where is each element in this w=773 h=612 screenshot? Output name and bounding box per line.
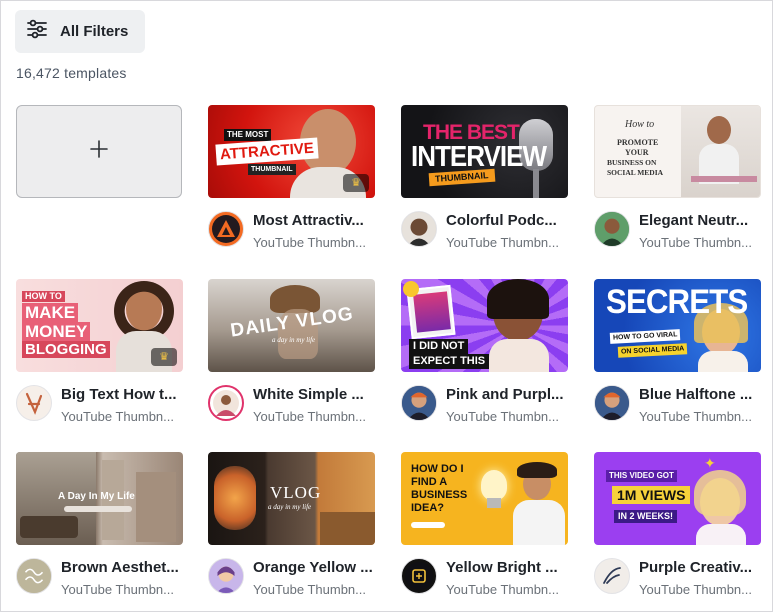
creator-avatar[interactable] [208,211,244,247]
template-category: YouTube Thumbn... [61,409,174,424]
thumb-text: MAKE [22,303,79,322]
template-thumbnail[interactable]: VLOG a day in my life [208,452,375,545]
template-title[interactable]: Brown Aesthet... [61,559,187,576]
template-category: YouTube Thumbn... [446,235,559,250]
creator-avatar[interactable] [16,558,52,594]
thumb-text: SECRETS [606,283,748,321]
premium-crown-icon: ♛ [343,174,369,192]
thumb-text: BLOGGING [22,341,110,358]
template-category: YouTube Thumbn... [639,235,752,250]
template-category: YouTube Thumbn... [446,409,559,424]
all-filters-button[interactable]: All Filters [15,10,145,53]
template-thumbnail[interactable]: HOW TO MAKE MONEY BLOGGING ♛ [16,279,183,372]
thumb-text: THIS VIDEO GOT [606,470,677,482]
template-thumbnail[interactable]: THE MOST ATTRACTIVE THUMBNAIL ♛ [208,105,375,198]
thumb-text: ATTRACTIVE [215,137,319,166]
template-category: YouTube Thumbn... [253,582,366,597]
template-title[interactable]: Colorful Podc... [446,212,572,229]
thumb-text: HOW TO [22,291,65,302]
creator-avatar[interactable] [401,211,437,247]
thumb-text: a day in my life [272,336,316,344]
template-title[interactable]: Blue Halftone ... [639,386,765,403]
template-thumbnail[interactable]: HOW DO I FIND A BUSINESS IDEA? [401,452,568,545]
template-thumbnail[interactable]: I DID NOT EXPECT THIS [401,279,568,372]
thumb-text: IN 2 WEEKS! [614,510,678,523]
creator-avatar[interactable] [594,385,630,421]
creator-avatar[interactable] [208,558,244,594]
template-thumbnail[interactable]: THE BEST INTERVIEW THUMBNAIL [401,105,568,198]
thumb-text: HOW DO I [411,463,464,475]
template-category: YouTube Thumbn... [446,582,559,597]
template-category: YouTube Thumbn... [639,409,752,424]
premium-crown-icon: ♛ [151,348,177,366]
template-title[interactable]: Yellow Bright ... [446,559,572,576]
template-title[interactable]: Orange Yellow ... [253,559,379,576]
plus-icon [89,139,109,164]
template-title[interactable]: Elegant Neutr... [639,212,765,229]
creator-avatar[interactable] [16,385,52,421]
thumb-text: ON SOCIAL MEDIA [617,343,688,358]
template-title[interactable]: Big Text How t... [61,386,187,403]
template-thumbnail[interactable]: How to PROMOTE YOUR BUSINESS ON SOCIAL M… [594,105,761,198]
thumb-text: How to [625,119,655,130]
thumb-text: a day in my life [268,503,312,511]
thumb-text: INTERVIEW [411,139,547,173]
thumb-text: FIND A [411,476,448,488]
creator-avatar[interactable] [401,385,437,421]
creator-avatar[interactable] [594,558,630,594]
sliders-icon [25,17,49,46]
thumb-text: 1M VIEWS [612,486,691,504]
creator-avatar[interactable] [208,385,244,421]
thumb-text: SOCIAL MEDIA [607,168,664,177]
thumb-text: VLOG [270,483,322,502]
template-title[interactable]: White Simple ... [253,386,379,403]
thumb-text: MONEY [22,322,91,341]
template-count: 16,472 templates [16,65,127,81]
thumb-text: A Day In My Life [58,491,135,502]
create-blank-button[interactable] [16,105,182,198]
template-category: YouTube Thumbn... [61,582,174,597]
all-filters-label: All Filters [60,23,129,40]
thumb-text: YOUR [625,148,649,157]
thumb-text: BUSINESS ON [607,158,657,167]
template-category: YouTube Thumbn... [253,235,366,250]
template-category: YouTube Thumbn... [639,582,752,597]
creator-avatar[interactable] [594,211,630,247]
thumb-text: I DID NOT [409,339,469,354]
template-thumbnail[interactable]: SECRETS HOW TO GO VIRAL ON SOCIAL MEDIA [594,279,761,372]
template-thumbnail[interactable]: A Day In My Life [16,452,183,545]
template-title[interactable]: Pink and Purpl... [446,386,572,403]
template-thumbnail[interactable]: ✦ THIS VIDEO GOT 1M VIEWS IN 2 WEEKS! [594,452,761,545]
template-title[interactable]: Purple Creativ... [639,559,765,576]
template-thumbnail[interactable]: DAILY VLOG a day in my life [208,279,375,372]
thumb-text: BUSINESS [411,489,468,501]
creator-avatar[interactable] [401,558,437,594]
thumb-text: THUMBNAIL [248,164,296,175]
thumb-text: HOW TO GO VIRAL [609,329,681,344]
template-title[interactable]: Most Attractiv... [253,212,379,229]
template-category: YouTube Thumbn... [253,409,366,424]
thumb-text: EXPECT THIS [409,354,490,369]
thumb-text: PROMOTE [617,138,659,147]
thumb-text: THE MOST [224,129,272,141]
thumb-text: IDEA? [411,502,444,514]
